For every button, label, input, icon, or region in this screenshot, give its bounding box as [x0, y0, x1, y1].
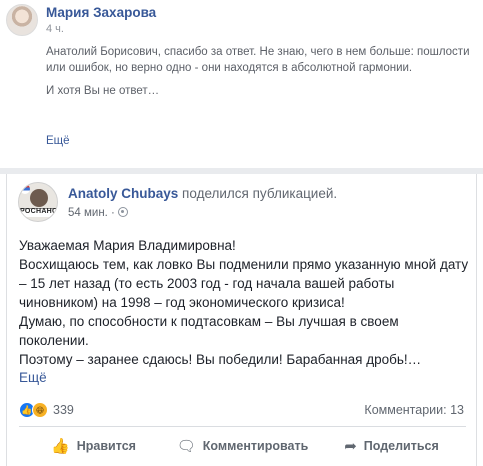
post-meta: 54 мин. · — [68, 207, 128, 219]
globe-icon[interactable] — [117, 207, 128, 217]
post-text: Анатолий Борисович, спасибо за ответ. Не… — [46, 45, 474, 108]
post-line: Восхищаюсь тем, как ловко Вы подменили п… — [19, 257, 469, 310]
reactions-count: 339 — [53, 403, 74, 417]
author-name[interactable]: Anatoly Chubays — [68, 186, 178, 201]
like-label: Нравится — [76, 439, 136, 453]
post-line: Уважаемая Мария Владимировна! — [19, 238, 236, 253]
post-action-text: поделился публикацией. — [182, 186, 338, 201]
like-button[interactable]: 👍 Нравится — [19, 430, 168, 462]
see-more-link[interactable]: Ещё — [46, 135, 70, 147]
share-button[interactable]: ➦ Поделиться — [317, 430, 466, 462]
avatar[interactable]: РОСНАНО — [18, 182, 58, 222]
post-line: Поэтому – заранее сдаюсь! Вы победили! Б… — [19, 352, 422, 367]
reactions-summary[interactable]: 👍 😆 339 — [19, 402, 74, 418]
post-timestamp[interactable]: 54 мин. · — [68, 207, 115, 219]
post-paragraph: И хотя Вы не ответ… — [46, 85, 160, 97]
post-header: Anatoly Chubays поделился публикацией. — [68, 186, 337, 201]
top-post: Мария Захарова 4 ч. Анатолий Борисович, … — [0, 0, 483, 168]
action-bar: 👍 Нравится 🗨 Комментировать ➦ Поделиться — [19, 430, 466, 462]
share-icon: ➦ — [344, 438, 357, 455]
author-name[interactable]: Мария Захарова — [46, 5, 156, 20]
comment-label: Комментировать — [202, 439, 309, 453]
post-paragraph: Анатолий Борисович, спасибо за ответ. Не… — [46, 46, 470, 74]
avatar[interactable] — [6, 4, 38, 36]
post-timestamp[interactable]: 4 ч. — [46, 23, 64, 35]
thumbs-up-icon: 👍 — [51, 438, 70, 455]
post-line: Думаю, по способности к подтасовкам – Вы… — [19, 314, 399, 348]
shared-post-card: РОСНАНО Anatoly Chubays поделился публик… — [6, 174, 477, 466]
profile-photo — [30, 189, 48, 207]
comment-icon: 🗨 — [176, 438, 196, 455]
post-text: Уважаемая Мария Владимировна! Восхищаюсь… — [19, 236, 471, 369]
divider — [19, 426, 466, 427]
haha-reaction-icon: 😆 — [32, 402, 48, 418]
comments-count-link[interactable]: Комментарии: 13 — [364, 403, 464, 417]
avatar-logo-text: РОСНАНО — [20, 208, 58, 215]
flag-icon — [20, 184, 30, 194]
share-label: Поделиться — [363, 439, 439, 453]
comment-button[interactable]: 🗨 Комментировать — [168, 430, 317, 462]
see-more-link[interactable]: Ещё — [19, 370, 47, 385]
